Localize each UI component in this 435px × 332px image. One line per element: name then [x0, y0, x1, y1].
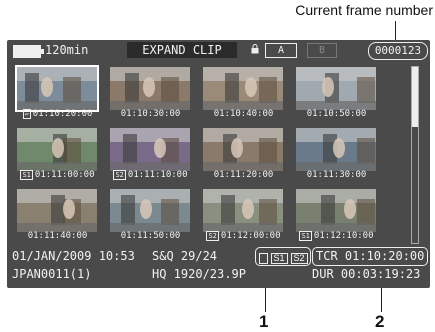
thumbnail-timecode: S1 01:12:10:00	[292, 231, 381, 241]
thumbnail-badge: S2	[206, 231, 219, 241]
clip-thumbnail[interactable]: 01:11:40:00	[13, 186, 102, 243]
scene-picture	[17, 67, 97, 110]
slot-a-indicator: A	[265, 43, 297, 58]
clip-thumbnail[interactable]: S2 01:12:00:00	[199, 186, 288, 243]
thumbnail-timecode: 01:11:20:00	[199, 170, 288, 180]
thumbnail-timecode: S1 01:11:00:00	[13, 170, 102, 180]
callout-number-2: 2	[375, 312, 385, 331]
scene-picture	[203, 189, 283, 232]
timecode-text: 01:11:30:00	[306, 170, 367, 180]
scene-picture	[296, 67, 376, 110]
clip-thumbnail[interactable]: ▱ 01:10:20:00	[13, 64, 102, 121]
thumbnail-timecode: 01:11:40:00	[13, 231, 102, 241]
timecode-text: 01:12:10:00	[313, 231, 374, 241]
slow-quick-setting: S&Q 29/24	[152, 249, 218, 263]
thumbnail-image	[17, 128, 97, 171]
media-indicator: S1 S2	[255, 247, 311, 266]
frame-number: 0000123	[368, 42, 428, 60]
scene-picture	[110, 128, 190, 171]
scene-picture	[296, 189, 376, 232]
thumbnail-image	[296, 128, 376, 171]
scene-picture	[17, 189, 97, 232]
clip-thumbnail[interactable]: 01:11:50:00	[106, 186, 195, 243]
timecode-text: 01:10:20:00	[32, 109, 93, 119]
thumbnail-image	[110, 189, 190, 232]
clip-thumbnail[interactable]: S1 01:12:10:00	[292, 186, 381, 243]
thumbnail-timecode: 01:10:40:00	[199, 109, 288, 119]
timecode-text: 01:11:50:00	[120, 231, 181, 241]
callout-leader-line	[381, 288, 382, 312]
thumbnail-image	[203, 67, 283, 110]
duration: DUR 00:03:19:23	[312, 267, 421, 281]
clip-thumbnail[interactable]: 01:10:30:00	[106, 64, 195, 121]
scene-picture	[17, 128, 97, 171]
timecode-text: 01:10:40:00	[213, 109, 274, 119]
thumbnail-timecode: S2 01:12:00:00	[199, 231, 288, 241]
thumbnail-image	[296, 189, 376, 232]
clip-icon	[259, 253, 268, 264]
battery-remaining: 120min	[45, 43, 89, 57]
thumbnail-image	[203, 128, 283, 171]
timecode-text: 01:11:00:00	[34, 170, 95, 180]
clip-thumbnail[interactable]: 01:11:20:00	[199, 125, 288, 182]
timecode-text: 01:10:50:00	[306, 109, 367, 119]
mode-title: EXPAND CLIP	[127, 42, 237, 58]
thumbnail-timecode: 01:10:30:00	[106, 109, 195, 119]
scrollbar[interactable]	[411, 66, 419, 244]
tcr-timecode: TCR 01:10:20:00	[316, 249, 425, 263]
callout-leader-line	[265, 288, 266, 312]
scene-picture	[203, 128, 283, 171]
thumbnail-timecode: 01:10:50:00	[292, 109, 381, 119]
scene-picture	[110, 189, 190, 232]
thumbnail-grid: ▱ 01:10:20:00 01:10:30:00 01:10:40:00 01:10:…	[13, 62, 405, 245]
timecode-text: 01:11:20:00	[213, 170, 274, 180]
timecode-text: 01:11:40:00	[27, 231, 88, 241]
clip-thumbnail[interactable]: 01:10:40:00	[199, 64, 288, 121]
callout-number-1: 1	[259, 312, 269, 331]
slot-b-indicator: B	[307, 43, 337, 58]
clip-thumbnail[interactable]: 01:11:30:00	[292, 125, 381, 182]
timecode-text: 01:11:10:00	[127, 170, 188, 180]
scene-picture	[296, 128, 376, 171]
clip-thumbnail[interactable]: S1 01:11:00:00	[13, 125, 102, 182]
thumbnail-timecode: ▱ 01:10:20:00	[13, 109, 102, 119]
thumbnail-image	[203, 189, 283, 232]
timecode-text: 01:10:30:00	[120, 109, 181, 119]
media-s1-badge: S1	[270, 253, 288, 264]
thumbnail-image	[17, 189, 97, 232]
thumbnail-timecode: 01:11:50:00	[106, 231, 195, 241]
thumbnail-badge: ▱	[22, 109, 31, 119]
thumbnail-timecode: 01:11:30:00	[292, 170, 381, 180]
battery-icon	[13, 45, 44, 58]
scene-picture	[110, 67, 190, 110]
thumbnail-timecode: S2 01:11:10:00	[106, 170, 195, 180]
thumbnail-badge: S1	[299, 231, 312, 241]
clip-name: JPAN0011(1)	[12, 267, 92, 281]
current-frame-number-callout: Current frame number	[295, 2, 433, 18]
status-bar: 120min EXPAND CLIP A B 0000123	[7, 40, 430, 62]
thumbnail-badge: S2	[113, 170, 126, 180]
viewfinder-screen: 120min EXPAND CLIP A B 0000123 ▱ 01:10:20…	[7, 40, 430, 288]
thumbnail-badge: S1	[20, 170, 33, 180]
clip-thumbnail[interactable]: S2 01:11:10:00	[106, 125, 195, 182]
timecode-box: TCR 01:10:20:00	[312, 247, 428, 266]
date-time: 01/JAN/2009 10:53	[12, 249, 135, 263]
thumbnail-image	[296, 67, 376, 110]
thumbnail-image	[110, 128, 190, 171]
callout-leader-line	[395, 21, 396, 41]
lock-icon	[251, 44, 259, 54]
video-format: HQ 1920/23.9P	[152, 267, 246, 281]
media-s2-badge: S2	[290, 253, 308, 264]
thumbnail-image	[110, 67, 190, 110]
clip-thumbnail[interactable]: 01:10:50:00	[292, 64, 381, 121]
scene-picture	[203, 67, 283, 110]
scrollbar-thumb[interactable]	[412, 67, 418, 127]
thumbnail-image	[15, 65, 99, 112]
timecode-text: 01:12:00:00	[220, 231, 281, 241]
